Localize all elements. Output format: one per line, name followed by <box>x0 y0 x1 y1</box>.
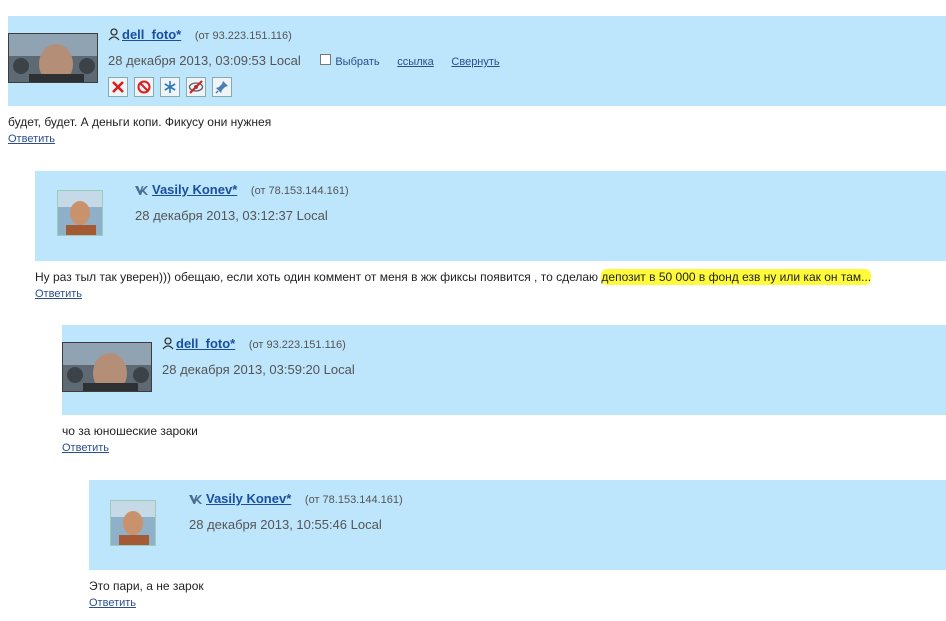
avatar[interactable] <box>57 190 103 236</box>
permalink-link[interactable]: ссылка <box>397 56 434 68</box>
comment-date: 28 декабря 2013, 03:59:20 Local <box>162 362 355 377</box>
username-link[interactable]: Vasily Konev* <box>152 182 237 197</box>
ban-icon[interactable] <box>134 77 154 97</box>
comment-date: 28 декабря 2013, 03:09:53 Local <box>108 53 301 68</box>
comment-header: dell_foto* (от 93.223.151.116) 28 декабр… <box>8 16 946 106</box>
reply-link[interactable]: Ответить <box>89 597 136 609</box>
comment-text: Это пари, а не зарок <box>89 579 204 593</box>
checkbox-icon[interactable] <box>320 54 332 65</box>
pin-icon[interactable] <box>212 77 232 97</box>
comment-text: Ну раз тыл так уверен))) обещаю, если хо… <box>35 269 872 285</box>
username-link[interactable]: Vasily Konev* <box>206 491 291 506</box>
ip-address: (от 78.153.144.161) <box>304 494 403 506</box>
collapse-link[interactable]: Свернуть <box>451 56 499 68</box>
ip-address: (от 93.223.151.116) <box>248 339 346 351</box>
select-checkbox[interactable]: Выбрать <box>320 54 380 68</box>
comment-4: Vasily Konev* (от 78.153.144.161) 28 дек… <box>89 480 946 611</box>
delete-icon[interactable] <box>108 77 128 97</box>
comment-date: 28 декабря 2013, 10:55:46 Local <box>189 517 382 532</box>
comment-1: dell_foto* (от 93.223.151.116) 28 декабр… <box>8 16 946 147</box>
avatar[interactable] <box>62 342 152 392</box>
username-link[interactable]: dell_foto* <box>176 336 235 351</box>
comment-header: Vasily Konev* (от 78.153.144.161) 28 дек… <box>89 480 946 570</box>
comment-text: будет, будет. А деньги копи. Фикусу они … <box>8 115 272 129</box>
moderation-tools <box>108 77 232 97</box>
highlighted-text: депозит в 50 000 в фонд езв ну или как о… <box>601 269 872 285</box>
avatar[interactable] <box>8 33 98 83</box>
vk-icon <box>189 493 204 508</box>
comment-header: Vasily Konev* (от 78.153.144.161) 28 дек… <box>35 171 946 261</box>
unscreen-icon[interactable] <box>186 77 206 97</box>
avatar[interactable] <box>110 500 156 546</box>
reply-link[interactable]: Ответить <box>62 442 109 454</box>
vk-icon <box>135 184 150 199</box>
comment-header: dell_foto* (от 93.223.151.116) 28 декабр… <box>62 325 946 415</box>
reply-link[interactable]: Ответить <box>35 288 82 300</box>
ip-address: (от 78.153.144.161) <box>250 185 349 197</box>
comment-text: чо за юношеские зароки <box>62 424 198 438</box>
ip-address: (от 93.223.151.116) <box>194 30 292 42</box>
comment-2: Vasily Konev* (от 78.153.144.161) 28 дек… <box>35 171 946 302</box>
username-link[interactable]: dell_foto* <box>122 27 181 42</box>
comment-date: 28 декабря 2013, 03:12:37 Local <box>135 208 328 223</box>
freeze-icon[interactable] <box>160 77 180 97</box>
comment-3: dell_foto* (от 93.223.151.116) 28 декабр… <box>62 325 946 456</box>
user-icon <box>162 337 174 353</box>
user-icon <box>108 28 120 44</box>
reply-link[interactable]: Ответить <box>8 133 55 145</box>
